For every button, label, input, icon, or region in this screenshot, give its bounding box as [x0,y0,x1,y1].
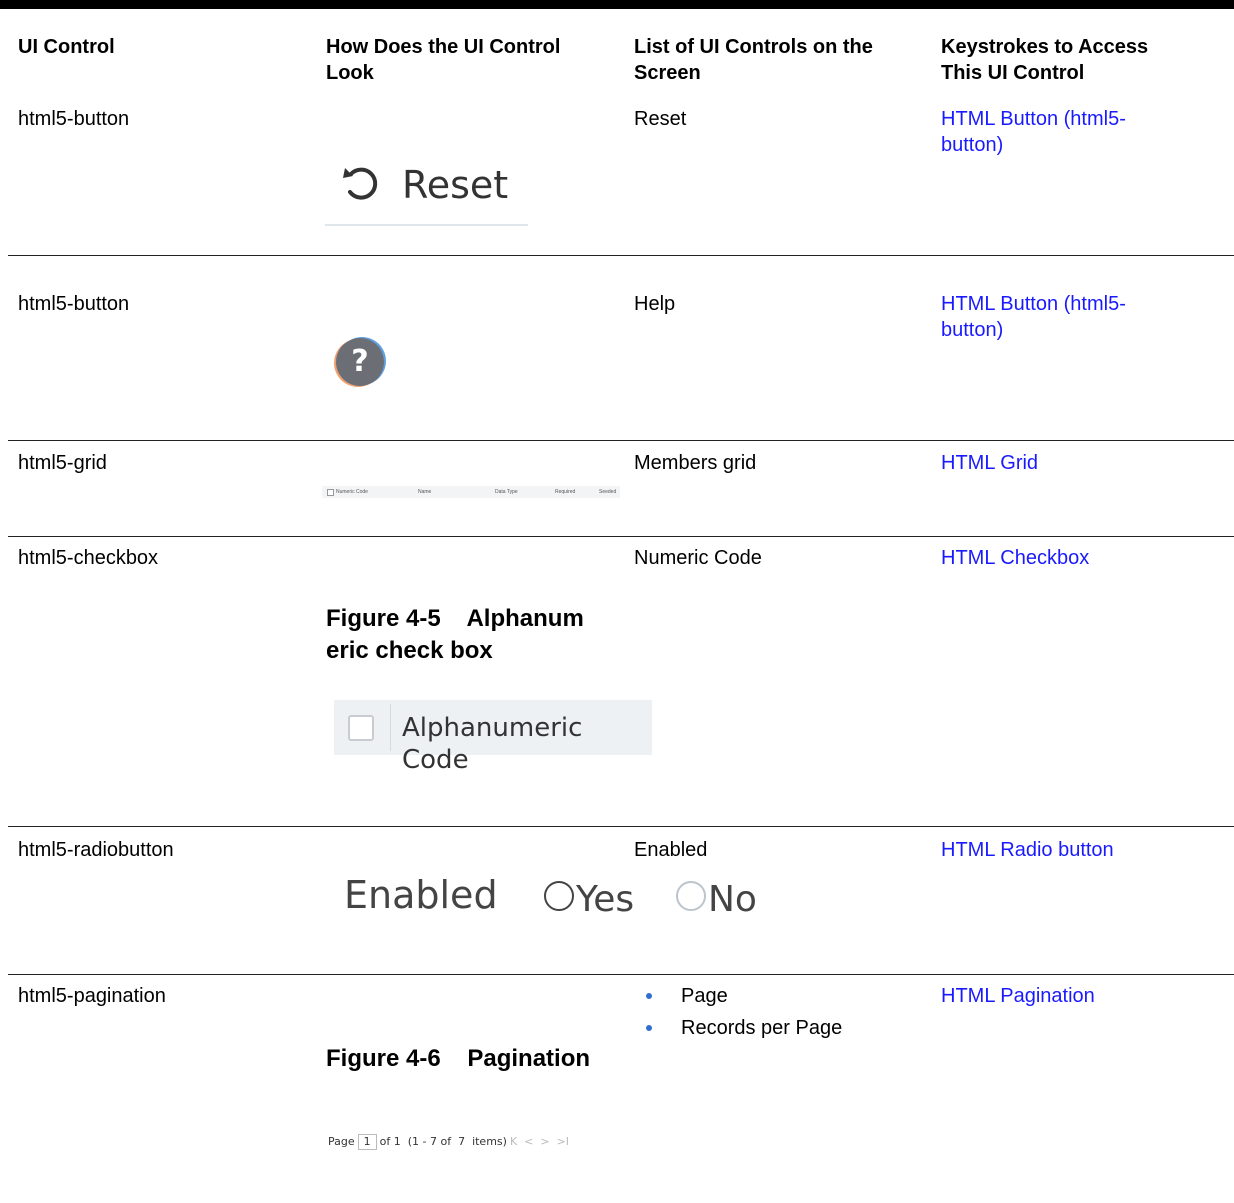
figure-4-5-caption: Figure 4-5 Alphanum eric check box [326,603,584,667]
row-pagination-control: html5-pagination [18,985,166,1007]
grid-column-header: Name [418,489,432,495]
grid-column-header: Numeric Code [336,489,368,495]
link-html-pagination[interactable]: HTML Pagination [941,983,1095,1009]
help-icon: ? [336,338,384,386]
row-divider [8,440,1234,441]
header-look-line2: Look [326,62,374,84]
row-divider [8,536,1234,537]
row-checkbox-screen: Numeric Code [634,547,762,569]
pagination-page-label: Page [328,1135,355,1148]
header-look-line1: How Does the UI Control [326,36,561,58]
bullet-icon [646,1025,652,1031]
reset-underline [325,224,528,226]
row-checkbox-control: html5-checkbox [18,547,159,569]
row-reset-screen: Reset [634,108,687,130]
row-divider [8,826,1234,827]
row-divider [8,974,1234,975]
header-list-line1: List of UI Controls on the [634,36,873,58]
reset-icon [343,167,378,200]
alphanumeric-checkbox [348,715,374,741]
reset-button-image: Reset [325,158,528,226]
header-list-line2: Screen [634,62,701,84]
link-html-button-1[interactable]: HTML Button (html5- button) [941,106,1126,158]
link-html-button-2-line2[interactable]: button) [941,317,1126,343]
grid-column-header: Data Type [495,489,518,495]
row-radio-control: html5-radiobutton [18,839,174,861]
yes-radio-icon [544,881,574,911]
yes-option-label: Yes [576,879,635,920]
grid-select-all-checkbox [327,489,334,496]
row-grid-screen: Members grid [634,452,757,474]
alphanumeric-checkbox-image: Alphanumeric Code [334,700,652,775]
link-html-button-1-line2[interactable]: button) [941,132,1126,158]
link-html-grid[interactable]: HTML Grid [941,450,1038,476]
no-radio-icon [676,881,706,911]
alphanumeric-separator [390,704,391,751]
grid-column-header: Required [555,489,576,495]
figure-4-5-caption-line1: Figure 4-5 Alphanum [326,605,584,632]
no-option-label: No [708,879,757,920]
alphanumeric-label: Alphanumeric Code [402,713,583,775]
figure-4-6-caption: Figure 4-6 Pagination [326,1045,591,1072]
header-list: List of UI Controls on the Screen [634,34,873,86]
grid-column-header: Seeded [599,489,617,495]
bullet-records-per-page: Records per Page [681,1017,843,1039]
reset-look-label: Reset [402,163,509,207]
row-divider [8,255,1234,256]
row-reset-control: html5-button [18,108,130,130]
row-help-control: html5-button [18,293,130,315]
pagination-page-number: 1 [357,1134,377,1150]
link-html-checkbox[interactable]: HTML Checkbox [941,545,1089,571]
row-grid-control: html5-grid [18,452,107,474]
link-html-radio-button[interactable]: HTML Radio button [941,837,1114,863]
row-radio-screen: Enabled [634,839,708,861]
bullet-icon [646,993,652,999]
pagination-image: Page 1 of 1 (1 - 7 of 7 items) K < > >I [328,1133,569,1151]
header-keystrokes-line1: Keystrokes to Access [941,36,1149,58]
header-keystrokes-line2: This UI Control [941,62,1085,84]
enabled-look-label: Enabled [344,873,498,917]
enabled-radio-image: Enabled Yes No [344,870,804,920]
pagination-nav-icons: K < > >I [509,1135,570,1148]
header-ui-control: UI Control [18,36,115,58]
header-look: How Does the UI Control Look [326,34,560,86]
header-keystrokes: Keystrokes to Access This UI Control [941,34,1148,86]
row-help-screen: Help [634,293,676,315]
top-rule [0,0,1234,9]
pagination-summary: of 1 (1 - 7 of 7 items) [379,1135,507,1148]
members-grid-header-image: Numeric Code Name Data Type Required See… [322,486,620,498]
link-html-button-1-line1[interactable]: HTML Button (html5- [941,106,1126,132]
link-html-button-2[interactable]: HTML Button (html5- button) [941,291,1126,343]
figure-4-5-caption-line2: eric check box [326,637,493,664]
link-html-button-2-line1[interactable]: HTML Button (html5- [941,291,1126,317]
bullet-page: Page [681,985,728,1007]
